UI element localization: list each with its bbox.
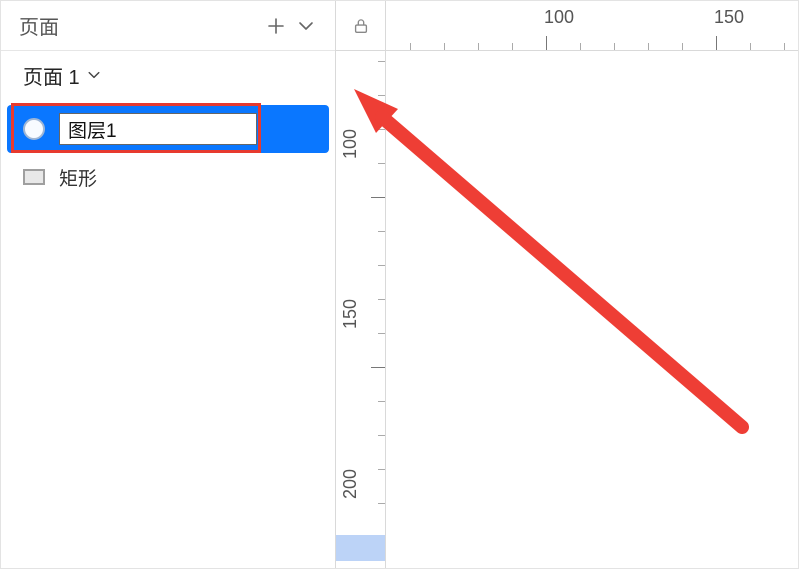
layer-list: 矩形	[1, 99, 335, 201]
pages-menu-button[interactable]	[291, 11, 321, 41]
layer-name: 矩形	[59, 164, 97, 191]
pages-layers-panel: 页面 页面 1 矩形	[1, 1, 336, 568]
chevron-down-icon	[296, 16, 316, 36]
ruler-h-label: 100	[544, 7, 574, 28]
rectangle-layer-icon	[23, 169, 45, 185]
ruler-v-label: 150	[340, 299, 361, 329]
panel-title: 页面	[19, 11, 59, 40]
lock-icon	[352, 17, 370, 35]
layer-item-selected[interactable]	[7, 105, 329, 153]
horizontal-ruler[interactable]: 100 150	[386, 1, 798, 51]
circle-layer-icon	[23, 118, 45, 140]
ruler-v-label: 100	[340, 129, 361, 159]
layer-rename-input[interactable]	[59, 113, 257, 145]
page-name: 页面 1	[23, 61, 80, 90]
vertical-ruler[interactable]: 100 150 200	[336, 51, 386, 568]
plus-icon	[266, 16, 286, 36]
layer-item[interactable]: 矩形	[1, 153, 335, 201]
canvas-area[interactable]: 100 150 100 150 200	[336, 1, 798, 568]
chevron-down-icon	[86, 67, 102, 83]
ruler-selection-highlight	[336, 535, 385, 561]
lock-guides-button[interactable]	[336, 1, 386, 51]
ruler-h-label: 150	[714, 7, 744, 28]
add-page-button[interactable]	[261, 11, 291, 41]
page-row[interactable]: 页面 1	[1, 51, 335, 99]
annotation-arrow	[354, 89, 774, 509]
panel-header: 页面	[1, 1, 335, 51]
ruler-v-label: 200	[340, 469, 361, 499]
